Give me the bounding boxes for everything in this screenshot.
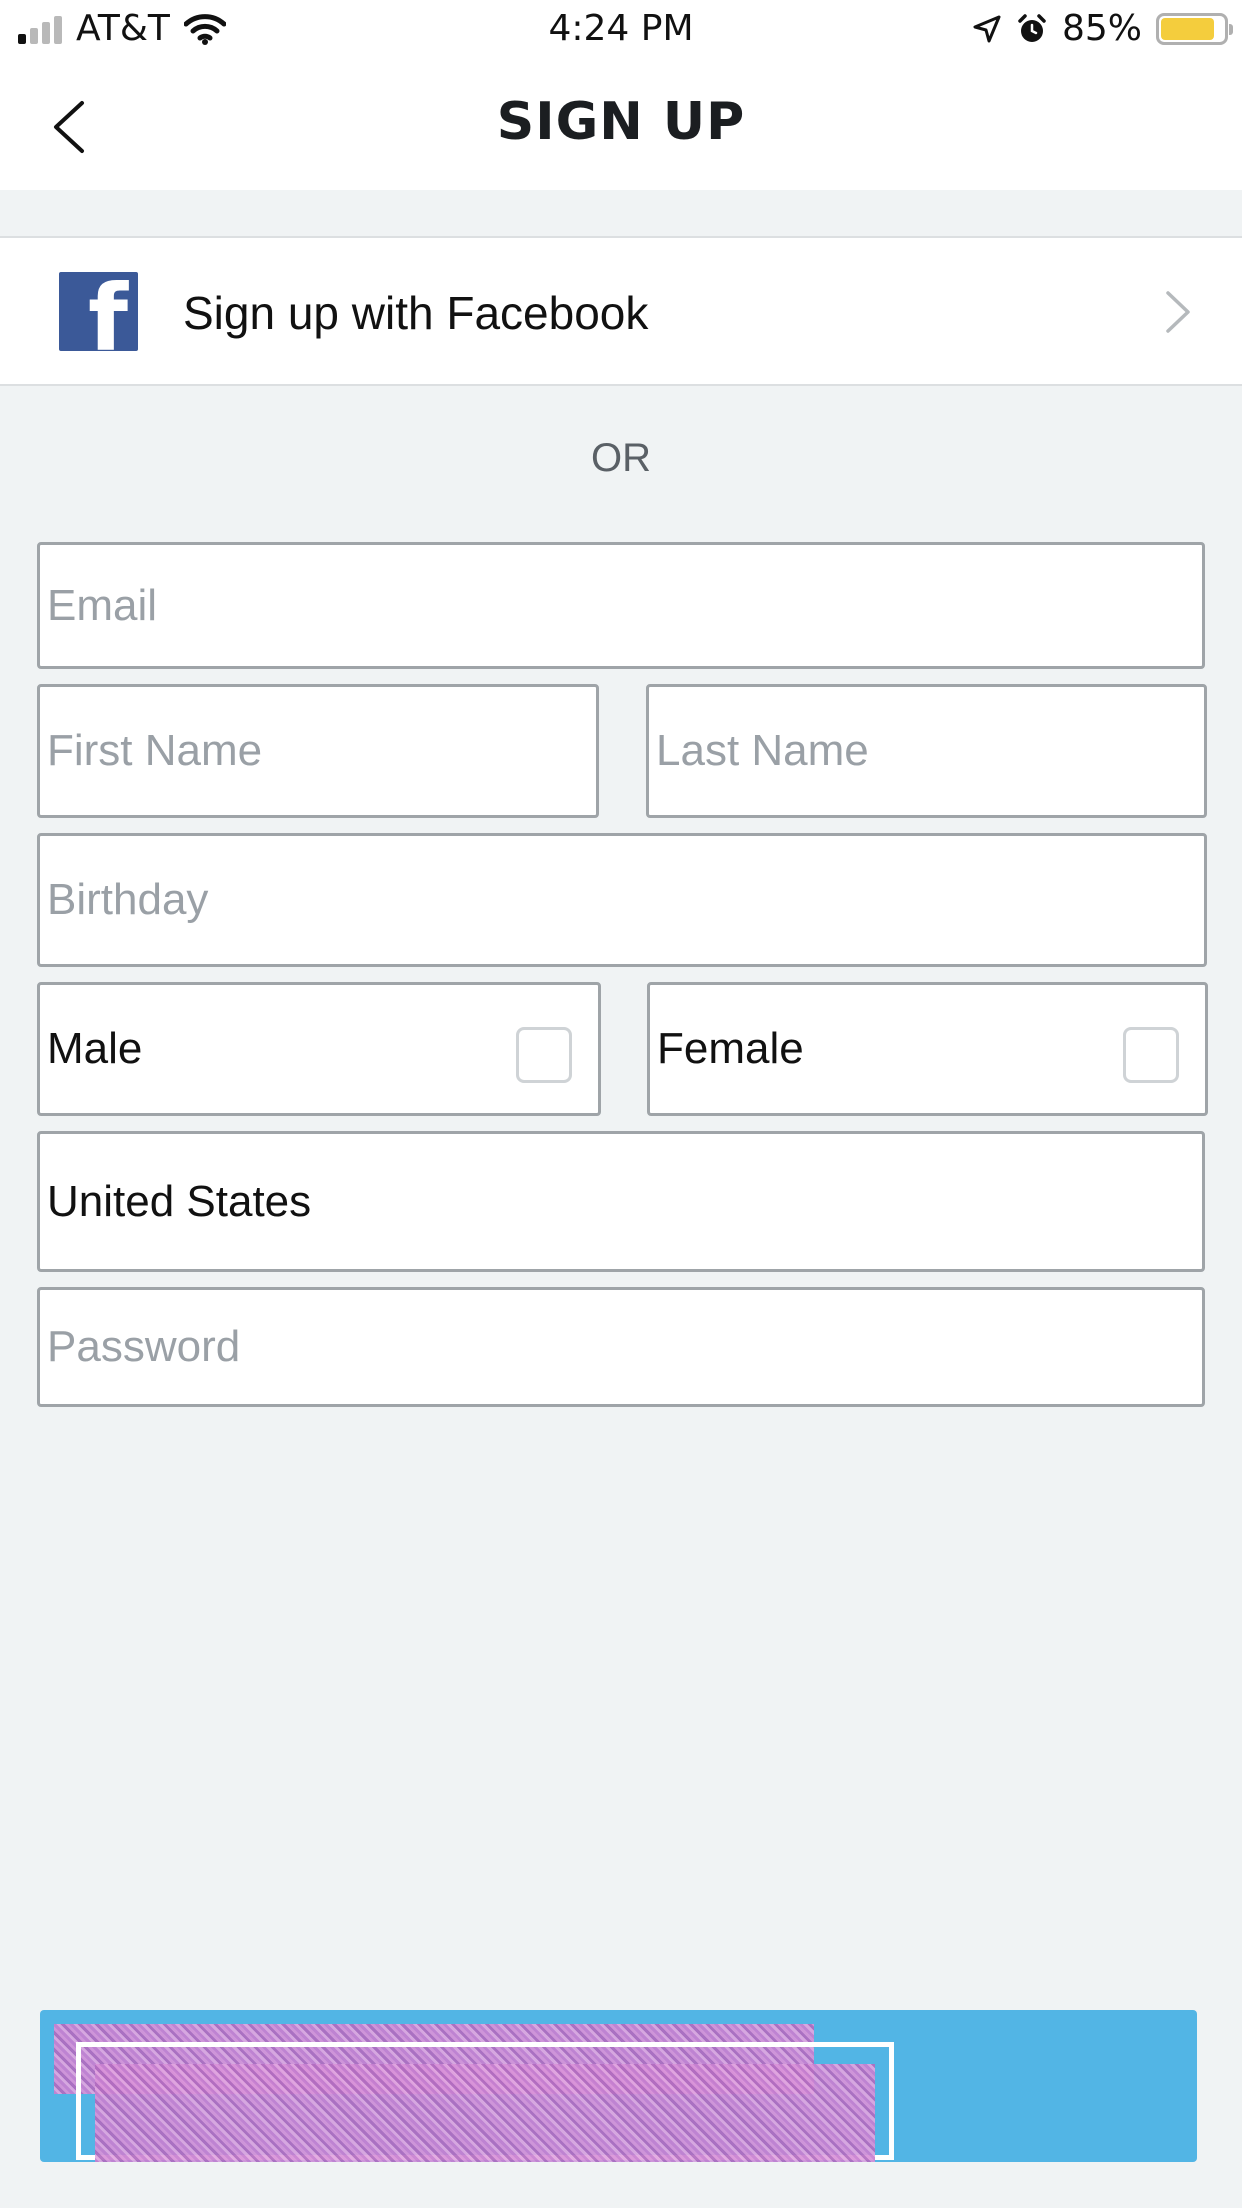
facebook-signup-label: Sign up with Facebook bbox=[183, 287, 649, 339]
or-divider: OR bbox=[591, 436, 651, 480]
battery-percent: 85% bbox=[1061, 8, 1142, 49]
country-value: United States bbox=[47, 1176, 312, 1226]
nav-bar: SIGN UP bbox=[0, 62, 1242, 190]
first-name-input[interactable] bbox=[47, 687, 596, 815]
last-name-field[interactable] bbox=[646, 684, 1207, 818]
gender-male-option[interactable]: Male bbox=[37, 982, 601, 1116]
email-input[interactable] bbox=[47, 545, 1202, 666]
page-title: SIGN UP bbox=[496, 92, 746, 152]
gender-male-checkbox[interactable] bbox=[516, 1027, 572, 1083]
gender-male-label: Male bbox=[47, 1024, 143, 1073]
chevron-right-icon bbox=[1166, 291, 1190, 333]
birthday-field[interactable] bbox=[37, 833, 1207, 967]
password-input[interactable] bbox=[47, 1290, 1202, 1404]
password-field[interactable] bbox=[37, 1287, 1205, 1407]
status-bar: AT&T 4:24 PM 85% bbox=[0, 0, 1242, 62]
birthday-input[interactable] bbox=[47, 836, 1204, 964]
facebook-icon: f bbox=[59, 272, 138, 351]
gender-female-checkbox[interactable] bbox=[1123, 1027, 1179, 1083]
submit-area bbox=[40, 2010, 1197, 2162]
gender-female-option[interactable]: Female bbox=[647, 982, 1208, 1116]
battery-icon bbox=[1156, 12, 1233, 45]
status-right: 85% bbox=[972, 8, 1233, 49]
facebook-signup-button[interactable]: f Sign up with Facebook bbox=[0, 236, 1242, 386]
gender-female-label: Female bbox=[657, 1024, 804, 1073]
country-select[interactable]: United States bbox=[37, 1131, 1205, 1272]
location-icon bbox=[973, 15, 1001, 42]
battery-level bbox=[1161, 17, 1214, 40]
last-name-input[interactable] bbox=[656, 687, 1204, 815]
redacted-overlay-lower bbox=[95, 2064, 875, 2162]
alarm-icon bbox=[1018, 13, 1046, 42]
email-field[interactable] bbox=[37, 542, 1205, 669]
first-name-field[interactable] bbox=[37, 684, 599, 818]
